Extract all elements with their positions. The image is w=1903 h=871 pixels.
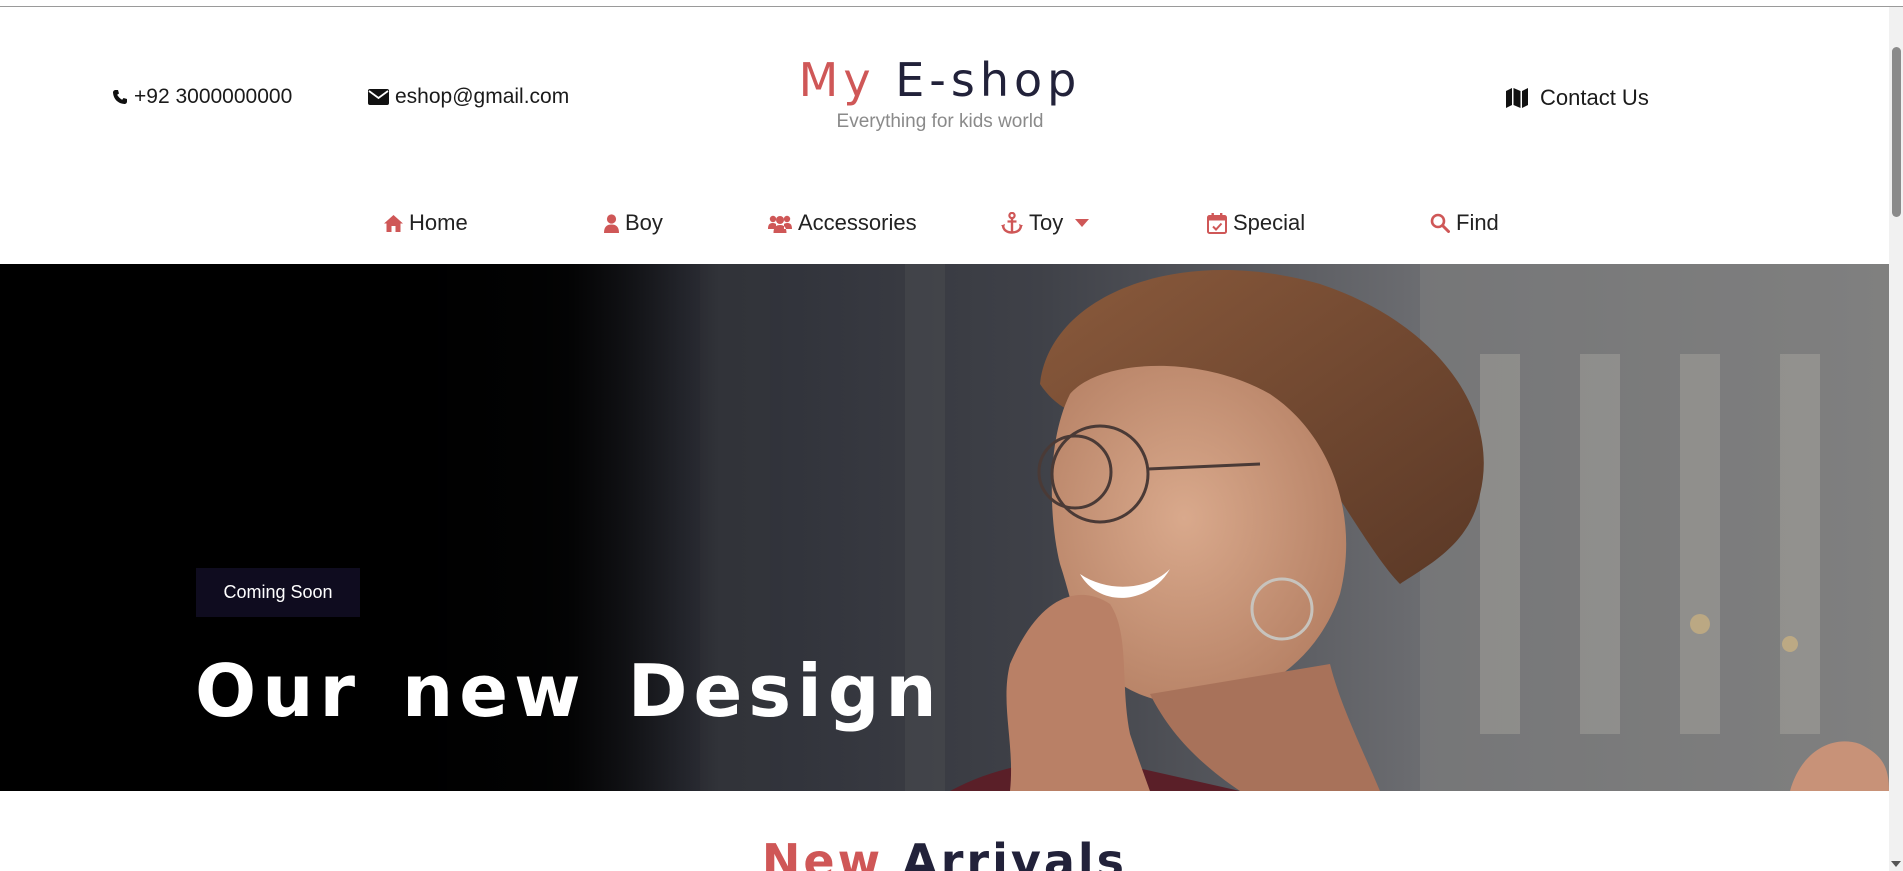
brand-title-accent: My (798, 53, 876, 107)
phone-link[interactable]: +92 3000000000 (112, 85, 292, 109)
phone-number: +92 3000000000 (134, 85, 293, 108)
coming-soon-badge[interactable]: Coming Soon (196, 568, 360, 617)
browser-top-edge (0, 0, 1903, 7)
contact-us-link[interactable]: Contact Us (1506, 85, 1649, 111)
nav-item-boy[interactable]: Boy (604, 210, 663, 236)
nav-item-accessories[interactable]: Accessories (768, 210, 917, 236)
site-header: +92 3000000000 eshop@gmail.com My E-shop… (0, 7, 1889, 264)
new-arrivals-heading: New Arrivals (0, 838, 1889, 871)
page-scrollbar[interactable] (1889, 7, 1903, 871)
envelope-icon (368, 89, 389, 105)
main-nav: Home Boy Accessories Toy Special Find (0, 210, 1889, 240)
brand-title-rest: E-shop (895, 53, 1082, 107)
user-icon (604, 213, 619, 233)
nav-item-home[interactable]: Home (384, 210, 468, 236)
map-icon (1506, 88, 1528, 108)
nav-label-boy: Boy (625, 210, 663, 235)
phone-icon (113, 90, 127, 104)
nav-label-find: Find (1456, 210, 1499, 235)
email-address: eshop@gmail.com (395, 85, 570, 108)
nav-item-special[interactable]: Special (1207, 210, 1305, 236)
search-icon (1430, 213, 1450, 233)
nav-label-home: Home (409, 210, 468, 235)
brand-block[interactable]: My E-shop Everything for kids world (740, 51, 1140, 133)
nav-item-find[interactable]: Find (1430, 210, 1499, 236)
email-link[interactable]: eshop@gmail.com (368, 85, 569, 109)
users-icon (768, 215, 792, 233)
hero-banner: Coming Soon Our new Design (0, 264, 1889, 791)
nav-label-special: Special (1233, 210, 1306, 235)
hero-title: Our new Design (195, 649, 943, 733)
scrollbar-thumb[interactable] (1892, 47, 1901, 217)
nav-label-accessories: Accessories (798, 210, 917, 235)
anchor-icon (1001, 212, 1023, 234)
scroll-down-arrow-icon[interactable] (1891, 861, 1901, 867)
brand-tagline: Everything for kids world (836, 111, 1044, 132)
contact-us-label: Contact Us (1540, 85, 1649, 110)
brand-title: My E-shop (740, 51, 1140, 109)
chevron-down-icon (1075, 219, 1090, 227)
section-title-rest: Arrivals (902, 834, 1128, 871)
nav-item-toy[interactable]: Toy (1001, 210, 1090, 236)
calendar-check-icon (1207, 212, 1227, 234)
nav-label-toy: Toy (1029, 210, 1064, 235)
home-icon (384, 214, 403, 232)
section-title-accent: New (761, 834, 884, 871)
